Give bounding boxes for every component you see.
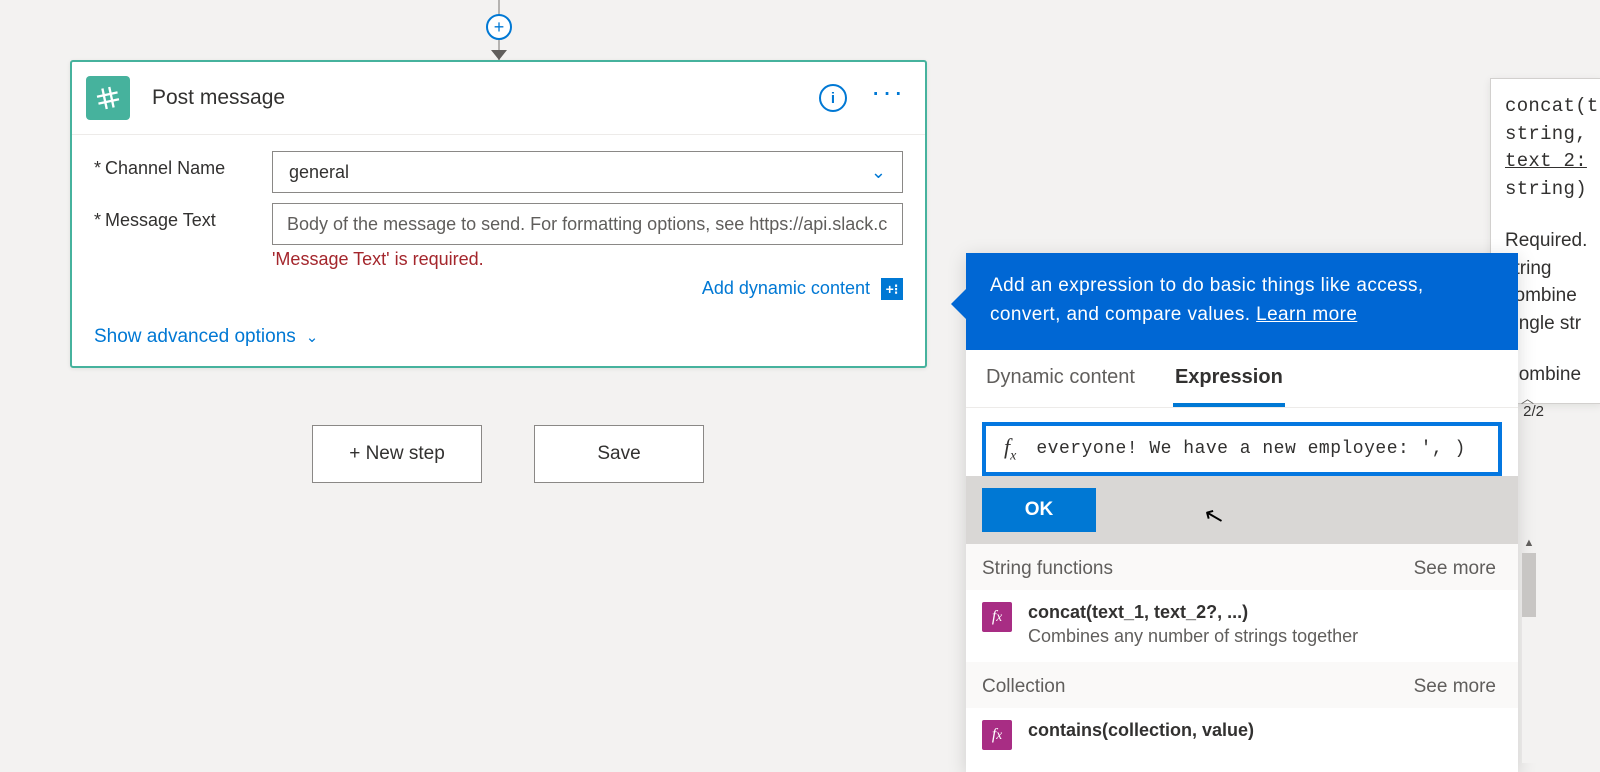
slack-channel-icon	[86, 76, 130, 120]
tab-expression[interactable]: Expression	[1173, 350, 1285, 407]
chevron-down-icon: ⌄	[306, 328, 319, 346]
scroll-up-icon[interactable]: ▲	[1522, 537, 1536, 551]
message-text-input[interactable]	[272, 203, 903, 245]
flow-connector: +	[492, 0, 506, 60]
fn-contains[interactable]: fx contains(collection, value)	[966, 708, 1518, 764]
chevron-down-icon: ⌄	[871, 162, 886, 183]
channel-name-value: general	[289, 162, 349, 183]
expression-input[interactable]	[1034, 438, 1498, 460]
message-text-label: *Message Text	[94, 203, 272, 231]
ok-button[interactable]: OK	[982, 488, 1096, 532]
fx-icon: fx	[986, 434, 1034, 464]
channel-name-row: *Channel Name general ⌄	[72, 141, 925, 193]
add-dynamic-content-link[interactable]: Add dynamic content	[702, 278, 870, 298]
expression-input-wrap: fx	[982, 422, 1502, 476]
popup-caret-icon	[951, 289, 966, 319]
see-more-collection[interactable]: See more	[1414, 676, 1496, 698]
scroll-thumb[interactable]	[1522, 553, 1536, 617]
fx-icon: fx	[982, 602, 1012, 632]
channel-name-select[interactable]: general ⌄	[272, 151, 903, 193]
channel-name-label: *Channel Name	[94, 151, 272, 179]
category-collection: Collection See more	[966, 662, 1518, 708]
popup-hint: Add an expression to do basic things lik…	[966, 253, 1518, 350]
add-dynamic-content-badge-icon[interactable]: +⁝	[881, 278, 903, 300]
expression-popup: ︿ 2/2 Add an expression to do basic thin…	[966, 253, 1518, 772]
function-list-scrollbar[interactable]: ▲	[1522, 553, 1536, 763]
popup-tabs: Dynamic content Expression	[966, 350, 1518, 408]
see-more-string[interactable]: See more	[1414, 558, 1496, 580]
new-step-button[interactable]: + New step	[312, 425, 482, 483]
tab-dynamic-content[interactable]: Dynamic content	[984, 350, 1137, 407]
category-string-functions: String functions See more	[966, 544, 1518, 590]
fn-concat[interactable]: fx concat(text_1, text_2?, ...) Combines…	[966, 590, 1518, 663]
message-text-row: *Message Text 'Message Text' is required…	[72, 193, 925, 270]
fn-concat-description: Combines any number of strings together	[1028, 624, 1358, 648]
popup-pager: 2/2	[1523, 403, 1544, 420]
function-list: String functions See more fx concat(text…	[966, 544, 1518, 772]
card-header[interactable]: Post message i ···	[72, 62, 925, 134]
info-icon[interactable]: i	[819, 84, 847, 112]
fx-icon: fx	[982, 720, 1012, 750]
save-button[interactable]: Save	[534, 425, 704, 483]
more-menu-icon[interactable]: ···	[871, 87, 905, 97]
fn-concat-signature: concat(text_1, text_2?, ...)	[1028, 600, 1358, 624]
arrow-down-icon	[491, 50, 507, 60]
show-advanced-options-link[interactable]: Show advanced options ⌄	[72, 300, 925, 348]
message-text-error: 'Message Text' is required.	[272, 249, 903, 270]
card-title: Post message	[152, 86, 819, 110]
post-message-card: Post message i ··· *Channel Name general…	[70, 60, 927, 368]
learn-more-link[interactable]: Learn more	[1256, 304, 1357, 325]
add-step-plus-icon[interactable]: +	[486, 14, 512, 40]
fn-contains-signature: contains(collection, value)	[1028, 718, 1254, 742]
